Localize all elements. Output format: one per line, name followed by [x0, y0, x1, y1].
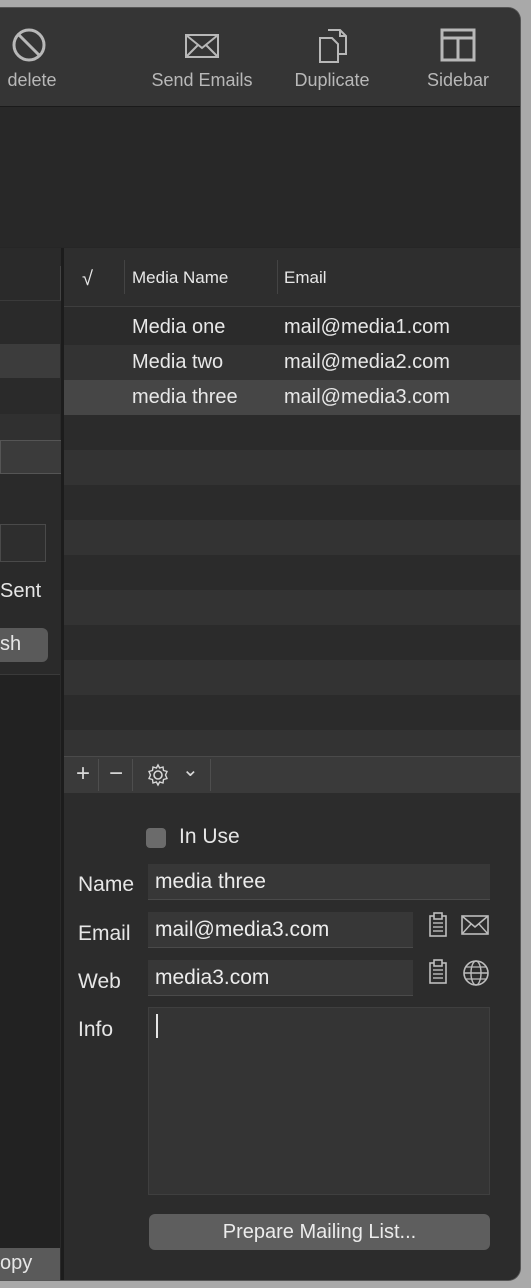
info-textarea[interactable]	[148, 1007, 490, 1195]
left-pane-row-selected[interactable]	[0, 344, 60, 378]
media-email-cell: mail@media1.com	[284, 316, 450, 338]
table-header: √ Media Name Email	[64, 248, 520, 307]
in-use-label: In Use	[179, 825, 240, 848]
left-pane-field[interactable]	[0, 440, 62, 474]
envelope-icon	[185, 34, 219, 58]
prohibited-icon	[12, 28, 46, 62]
email-label: Email	[78, 922, 131, 945]
web-label: Web	[78, 970, 121, 993]
duplicate-label: Duplicate	[294, 70, 370, 90]
table-row[interactable]: Media one mail@media1.com	[64, 310, 520, 345]
duplicate-icon	[319, 29, 347, 63]
header-media-name[interactable]: Media Name	[132, 268, 228, 288]
table-row[interactable]: Media two mail@media2.com	[64, 345, 520, 380]
name-field[interactable]: media three	[148, 864, 490, 900]
left-pane-input[interactable]	[0, 524, 46, 562]
sidebar-icon	[440, 28, 476, 62]
left-pane: Sent sh opy	[0, 248, 62, 1280]
empty-row	[64, 590, 520, 625]
left-pane-list	[0, 674, 60, 1249]
copy-button[interactable]: opy	[0, 1248, 60, 1280]
remove-button[interactable]: −	[100, 759, 133, 791]
clipboard-icon[interactable]	[428, 959, 448, 985]
left-pane-header	[0, 266, 61, 301]
left-pane-button-label: sh	[0, 633, 22, 655]
header-separator	[124, 260, 125, 294]
media-name-cell: media three	[132, 386, 238, 408]
send-emails-label: Send Emails	[151, 70, 253, 90]
empty-row	[64, 660, 520, 695]
delete-button[interactable]: delete	[4, 26, 60, 91]
sidebar-button[interactable]: Sidebar	[416, 26, 500, 91]
media-email-cell: mail@media2.com	[284, 351, 450, 373]
duplicate-button[interactable]: Duplicate	[284, 26, 380, 91]
content-header-area	[0, 107, 520, 247]
header-separator	[277, 260, 278, 294]
sent-label: Sent	[0, 580, 42, 602]
prepare-mailing-list-button[interactable]: Prepare Mailing List...	[149, 1214, 490, 1250]
media-name-cell: Media two	[132, 351, 224, 373]
empty-row	[64, 730, 520, 756]
table-toolbar: + − ⌄	[64, 756, 520, 794]
add-button[interactable]: +	[68, 759, 99, 791]
email-field[interactable]: mail@media3.com	[148, 912, 413, 948]
envelope-icon[interactable]	[460, 914, 490, 936]
header-email[interactable]: Email	[284, 268, 327, 288]
left-pane-button[interactable]: sh	[0, 628, 48, 662]
header-check[interactable]: √	[82, 268, 93, 291]
name-label: Name	[78, 873, 135, 896]
media-table: √ Media Name Email Media one mail@media1…	[64, 248, 520, 756]
text-cursor	[156, 1014, 158, 1039]
delete-label: delete	[7, 70, 57, 90]
copy-button-label: opy	[0, 1252, 33, 1274]
sidebar-label: Sidebar	[426, 70, 490, 90]
action-menu-button[interactable]: ⌄	[136, 759, 211, 791]
table-row-selected[interactable]: media three mail@media3.com	[64, 380, 520, 415]
web-field[interactable]: media3.com	[148, 960, 413, 996]
globe-icon[interactable]	[462, 959, 490, 987]
chevron-down-icon: ⌄	[182, 759, 199, 781]
media-name-cell: Media one	[132, 316, 226, 338]
media-email-cell: mail@media3.com	[284, 386, 450, 408]
details-form: In Use Name media three Email mail@media…	[64, 793, 520, 1280]
in-use-checkbox[interactable]	[146, 828, 166, 848]
info-label: Info	[78, 1018, 114, 1041]
gear-icon	[148, 763, 168, 787]
toolbar: delete Send Emails Duplicate Sidebar	[0, 8, 520, 107]
empty-row	[64, 450, 520, 485]
app-window: delete Send Emails Duplicate Sidebar Sen…	[0, 8, 520, 1280]
send-emails-button[interactable]: Send Emails	[142, 26, 262, 91]
clipboard-icon[interactable]	[428, 912, 448, 938]
empty-row	[64, 520, 520, 555]
